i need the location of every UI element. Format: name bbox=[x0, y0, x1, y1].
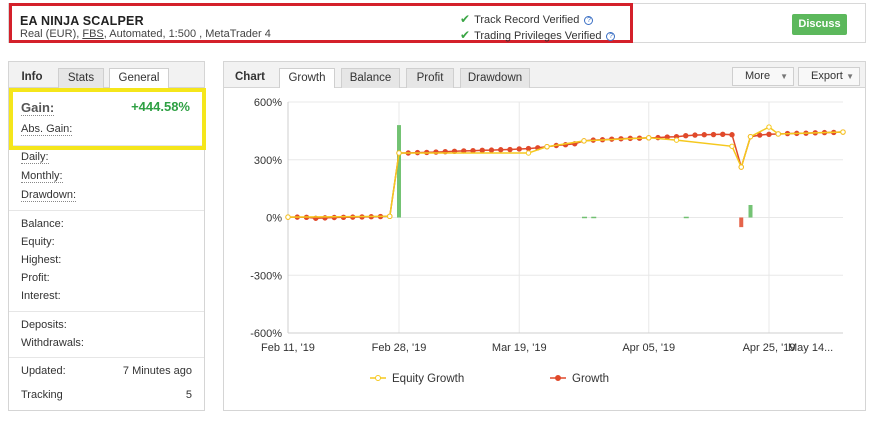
data-point bbox=[766, 124, 772, 130]
discuss-button[interactable]: Discuss bbox=[792, 14, 847, 35]
data-point bbox=[720, 131, 726, 138]
y-tick-label: 600% bbox=[254, 97, 282, 109]
legend-marker bbox=[375, 375, 381, 381]
y-tick-label: 0% bbox=[266, 213, 282, 225]
data-point bbox=[525, 150, 532, 156]
tab-balance[interactable]: Balance bbox=[341, 68, 400, 88]
x-tick-label: Feb 11, '19 bbox=[261, 342, 315, 354]
bar bbox=[748, 204, 753, 218]
growth-chart: 600% 300% 0% -300% -600% Feb 11, '19 Feb 28, '… bbox=[250, 97, 846, 385]
data-point bbox=[673, 137, 680, 143]
bar bbox=[739, 217, 744, 228]
account-details: , Automated, 1:500 , MetaTrader 4 bbox=[103, 28, 271, 40]
system-header-highlight: EA NINJA SCALPER Real (EUR), FBS, Automa… bbox=[9, 3, 633, 43]
chevron-down-icon: ▼ bbox=[846, 72, 854, 81]
x-tick-label: Feb 28, '19 bbox=[372, 342, 427, 354]
data-point bbox=[285, 214, 291, 220]
help-icon[interactable]: ? bbox=[584, 16, 594, 25]
chart-tabs: Chart Growth Balance Profit Drawdown Mor… bbox=[224, 62, 865, 88]
trading-privileges-verified: ✔ Trading Privileges Verified? bbox=[460, 28, 616, 42]
system-subtitle: Real (EUR), FBS, Automated, 1:500 , Meta… bbox=[20, 28, 271, 40]
tab-stats[interactable]: Stats bbox=[58, 68, 104, 88]
data-point bbox=[692, 132, 698, 138]
withdrawals-label: Withdrawals: bbox=[21, 337, 84, 349]
legend-label: Growth bbox=[572, 373, 609, 385]
daily-label: Daily: bbox=[21, 151, 49, 164]
legend-label: Equity Growth bbox=[392, 373, 464, 385]
data-point bbox=[775, 131, 781, 137]
chart-title: Chart bbox=[234, 71, 266, 83]
profit-label: Profit: bbox=[21, 272, 50, 284]
data-point bbox=[840, 129, 846, 135]
system-name: EA NINJA SCALPER bbox=[20, 14, 144, 28]
more-dropdown[interactable]: More ▼ bbox=[732, 67, 794, 86]
data-point bbox=[507, 146, 513, 153]
interest-label: Interest: bbox=[21, 290, 61, 302]
divider bbox=[9, 357, 204, 358]
x-tick-label: May 14... bbox=[788, 342, 833, 354]
x-tick-label: Mar 19, '19 bbox=[492, 342, 547, 354]
help-icon[interactable]: ? bbox=[606, 32, 616, 41]
data-point bbox=[766, 131, 772, 138]
data-point bbox=[747, 133, 754, 140]
y-tick-label: 300% bbox=[254, 155, 282, 167]
data-point bbox=[701, 132, 707, 138]
track-record-verified: ✔ Track Record Verified? bbox=[460, 12, 594, 26]
tracking-value: 5 bbox=[185, 389, 192, 401]
data-point bbox=[646, 135, 652, 141]
divider bbox=[9, 311, 204, 312]
x-tick-label: Apr 05, '19 bbox=[622, 342, 675, 354]
data-point bbox=[470, 148, 476, 154]
data-point bbox=[738, 164, 744, 170]
monthly-label: Monthly: bbox=[21, 170, 63, 183]
equity-label: Equity: bbox=[21, 236, 55, 248]
account-type: Real (EUR), bbox=[20, 28, 83, 40]
data-point bbox=[387, 213, 393, 220]
data-point bbox=[581, 138, 587, 144]
legend-marker bbox=[555, 375, 561, 381]
chevron-down-icon: ▼ bbox=[780, 72, 788, 81]
data-point bbox=[488, 147, 495, 153]
chart-panel: Chart Growth Balance Profit Drawdown Mor… bbox=[223, 61, 866, 411]
bar bbox=[397, 125, 401, 218]
gain-highlight bbox=[9, 88, 206, 150]
data-point bbox=[331, 214, 337, 221]
check-icon: ✔ bbox=[460, 28, 471, 42]
data-point bbox=[729, 143, 735, 149]
data-point bbox=[757, 132, 763, 138]
data-point bbox=[544, 143, 550, 150]
balance-label: Balance: bbox=[21, 218, 64, 230]
tab-drawdown[interactable]: Drawdown bbox=[460, 68, 530, 88]
tab-profit[interactable]: Profit bbox=[406, 68, 454, 88]
equity-line bbox=[287, 126, 844, 218]
drawdown-label: Drawdown: bbox=[21, 189, 77, 202]
y-tick-label: -600% bbox=[250, 328, 282, 340]
export-dropdown[interactable]: Export ▼ bbox=[798, 67, 860, 86]
tracking-label: Tracking bbox=[21, 389, 63, 401]
broker-link[interactable]: FBS bbox=[82, 28, 103, 40]
bar bbox=[683, 216, 689, 219]
bar bbox=[591, 216, 597, 219]
updated-value: 7 Minutes ago bbox=[122, 365, 192, 377]
data-point bbox=[396, 150, 402, 156]
updated-label: Updated: bbox=[21, 365, 66, 377]
info-tabs: Info Stats General bbox=[9, 62, 204, 88]
data-point bbox=[479, 147, 485, 154]
data-point bbox=[710, 131, 717, 138]
data-point bbox=[516, 146, 522, 152]
highest-label: Highest: bbox=[21, 254, 62, 266]
deposits-label: Deposits: bbox=[21, 319, 67, 331]
data-point bbox=[525, 145, 532, 152]
tab-info[interactable]: Info bbox=[13, 68, 51, 88]
tab-general[interactable]: General bbox=[109, 68, 169, 88]
check-icon: ✔ bbox=[460, 12, 471, 26]
y-tick-label: -300% bbox=[250, 270, 282, 282]
bar bbox=[582, 216, 587, 219]
data-point bbox=[683, 132, 689, 139]
tab-growth[interactable]: Growth bbox=[279, 68, 335, 88]
data-point bbox=[498, 147, 504, 153]
divider bbox=[9, 210, 204, 211]
data-point bbox=[729, 132, 735, 138]
